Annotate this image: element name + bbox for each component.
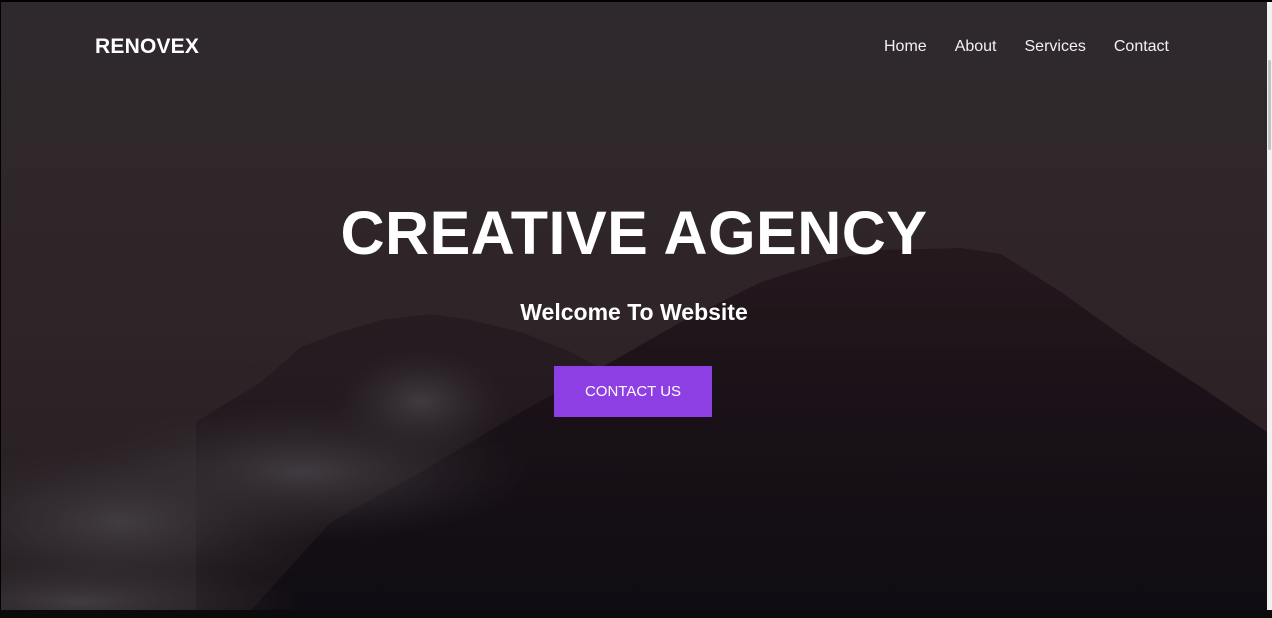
hero-subtitle: Welcome To Website: [520, 299, 748, 325]
nav-contact-link[interactable]: Contact: [1114, 38, 1169, 56]
nav-services-link[interactable]: Services: [1025, 38, 1086, 56]
nav-about-link[interactable]: About: [955, 38, 997, 56]
scrollbar-thumb[interactable]: [1268, 60, 1271, 150]
browser-viewport: RENOVEX Home About Services Contact CREA…: [0, 0, 1272, 618]
hero-section: RENOVEX Home About Services Contact CREA…: [1, 2, 1267, 610]
bottom-border: [0, 610, 1272, 618]
nav-home-link[interactable]: Home: [884, 38, 927, 56]
site-logo[interactable]: RENOVEX: [95, 35, 199, 59]
contact-us-button[interactable]: CONTACT US: [554, 366, 712, 417]
main-nav: Home About Services Contact: [884, 38, 1169, 56]
hero-title: CREATIVE AGENCY: [340, 199, 928, 267]
